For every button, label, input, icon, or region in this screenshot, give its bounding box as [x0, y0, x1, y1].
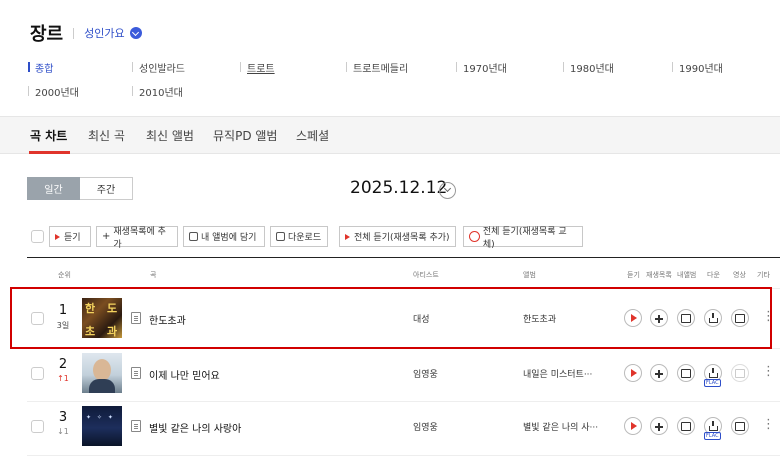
genre-header: 장르 성인가요 종합 성인발라드 트로트 트로트메들리 1970년대 1980년… [0, 0, 780, 116]
category-adult-ballad[interactable]: 성인발라드 [132, 60, 185, 75]
col-etc: 기타 [757, 271, 770, 279]
active-tab-indicator [29, 151, 70, 154]
category-1970s[interactable]: 1970년대 [456, 60, 507, 75]
tab-special[interactable]: 스페셜 [296, 127, 329, 144]
col-download: 다운 [707, 271, 720, 279]
col-artist: 아티스트 [413, 271, 439, 279]
tab-song-chart[interactable]: 곡 차트 [30, 127, 67, 144]
tab-new-albums[interactable]: 최신 앨범 [146, 127, 194, 144]
category-all[interactable]: 종합 [28, 60, 53, 75]
col-my-album: 내앨범 [677, 271, 697, 279]
flac-badge: FLAC [704, 379, 721, 387]
daily-button[interactable]: 일간 [27, 177, 80, 200]
add-my-album-button[interactable]: 내 앨범에 담기 [183, 226, 265, 247]
rank-change: ↓1 [57, 427, 69, 436]
listen-button[interactable]: 듣기 [49, 226, 91, 247]
page-title: 장르 [30, 24, 64, 45]
col-song: 곡 [150, 271, 157, 279]
subgenre-link[interactable]: 성인가요 [84, 25, 124, 41]
listen-button-label: 듣기 [64, 233, 81, 243]
category-trot[interactable]: 트로트 [240, 60, 275, 75]
table-top-border [27, 257, 780, 258]
add-playlist-button[interactable]: + 재생목록에 추가 [96, 226, 178, 250]
listen-all-replace-label: 전체 듣기(재생목록 교체) [482, 226, 567, 250]
play-icon[interactable] [624, 364, 642, 382]
download-label: 다운로드 [288, 233, 322, 243]
category-2000s[interactable]: 2000년대 [28, 84, 79, 99]
select-all-checkbox[interactable] [31, 230, 44, 243]
add-my-album-label: 내 앨범에 담기 [201, 233, 257, 243]
flac-badge: FLAC [704, 432, 721, 440]
album-cover[interactable] [82, 353, 122, 393]
play-icon [55, 233, 60, 240]
play-icon[interactable] [624, 417, 642, 435]
album-name[interactable]: 별빛 같은 나의 사··· [523, 420, 598, 433]
replace-play-icon [469, 231, 480, 242]
album-add-icon [189, 232, 198, 241]
plus-icon: + [102, 231, 111, 242]
col-album: 앨범 [523, 271, 536, 279]
artist-name[interactable]: 임영웅 [413, 367, 438, 380]
row-checkbox[interactable] [31, 420, 44, 433]
cover-art-figure [93, 359, 111, 381]
tab-music-pd-albums[interactable]: 뮤직PD 앨범 [213, 127, 277, 144]
rank-number: 2 [58, 357, 68, 372]
row-divider [27, 401, 780, 402]
col-rank: 순위 [58, 271, 71, 279]
col-playlist: 재생목록 [646, 271, 672, 279]
listen-all-add-label: 전체 듣기(재생목록 추가) [354, 233, 450, 243]
album-add-icon[interactable] [677, 417, 695, 435]
listen-all-replace-button[interactable]: 전체 듣기(재생목록 교체) [463, 226, 583, 250]
tab-new-songs[interactable]: 최신 곡 [88, 127, 125, 144]
download-icon [276, 232, 285, 241]
add-playlist-label: 재생목록에 추가 [113, 226, 166, 250]
album-name[interactable]: 내일은 미스터트··· [523, 367, 592, 380]
more-icon[interactable]: ⋮ [762, 364, 775, 379]
lyrics-doc-icon[interactable] [131, 367, 141, 379]
category-1990s[interactable]: 1990년대 [672, 60, 723, 75]
play-icon [345, 233, 350, 240]
cover-art-stars: ✦ ✧ ✦ [86, 414, 115, 421]
album-add-icon[interactable] [677, 364, 695, 382]
weekly-button[interactable]: 주간 [80, 177, 133, 200]
chart-date: 2025.12.12 [350, 178, 448, 198]
col-listen: 듣기 [627, 271, 640, 279]
plus-icon[interactable] [650, 417, 668, 435]
row-checkbox[interactable] [31, 367, 44, 380]
period-toggle: 일간 주간 [27, 177, 133, 200]
artist-name[interactable]: 임영웅 [413, 420, 438, 433]
check-circle-icon[interactable] [129, 27, 142, 39]
song-title[interactable]: 이제 나만 믿어요 [149, 367, 220, 382]
calendar-dropdown-icon[interactable] [439, 182, 456, 199]
row-divider [27, 455, 780, 456]
chart-tabs: 곡 차트 최신 곡 최신 앨범 뮤직PD 앨범 스페셜 [0, 116, 780, 154]
highlight-box [10, 287, 772, 349]
more-icon[interactable]: ⋮ [762, 417, 775, 432]
listen-all-add-button[interactable]: 전체 듣기(재생목록 추가) [339, 226, 456, 247]
category-1980s[interactable]: 1980년대 [563, 60, 614, 75]
cover-art-figure [89, 379, 115, 393]
title-divider [73, 27, 75, 39]
download-button[interactable]: 다운로드 [270, 226, 328, 247]
title-row: 장르 성인가요 [30, 20, 142, 46]
lyrics-doc-icon[interactable] [131, 420, 141, 432]
plus-icon[interactable] [650, 364, 668, 382]
song-title[interactable]: 별빛 같은 나의 사랑아 [149, 420, 241, 435]
rank-change: ↑1 [57, 374, 69, 383]
category-trot-medley[interactable]: 트로트메들리 [346, 60, 408, 75]
video-icon [731, 364, 749, 382]
album-cover[interactable]: ✦ ✧ ✦ [82, 406, 122, 446]
video-icon[interactable] [731, 417, 749, 435]
col-video: 영상 [733, 271, 746, 279]
rank-number: 3 [58, 410, 68, 425]
category-2010s[interactable]: 2010년대 [132, 84, 183, 99]
